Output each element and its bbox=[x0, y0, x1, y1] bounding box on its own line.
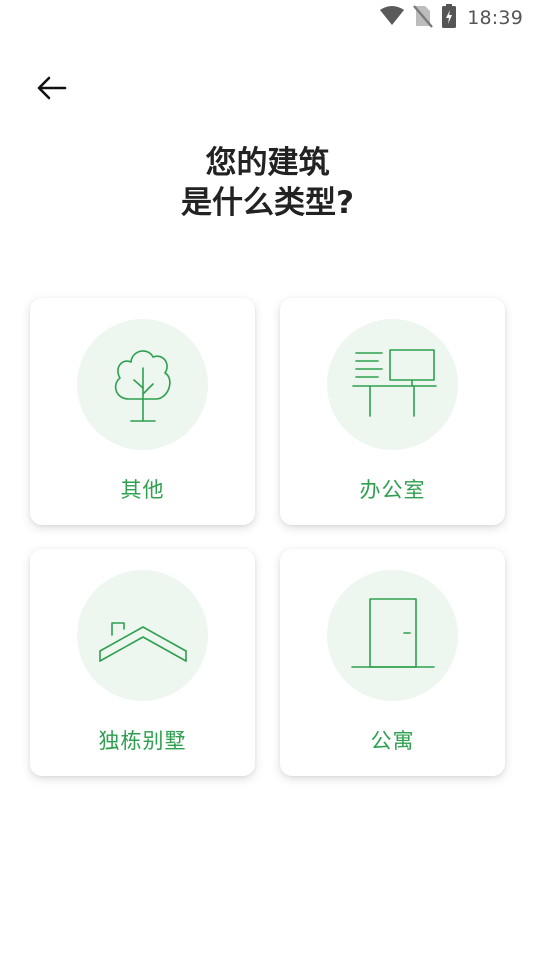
status-time: 18:39 bbox=[467, 7, 523, 29]
tree-icon bbox=[98, 338, 188, 432]
option-card-office[interactable]: 办公室 bbox=[280, 298, 505, 525]
office-desk-icon bbox=[348, 338, 438, 432]
status-icons: 18:39 bbox=[379, 3, 523, 33]
option-card-villa[interactable]: 独栋别墅 bbox=[30, 549, 255, 776]
icon-circle bbox=[77, 570, 208, 701]
door-icon bbox=[348, 589, 438, 683]
status-bar: 18:39 bbox=[0, 0, 535, 36]
icon-circle bbox=[327, 319, 458, 450]
option-label: 公寓 bbox=[370, 729, 415, 753]
title-line-2: 是什么类型? bbox=[181, 185, 354, 221]
option-label: 独栋别墅 bbox=[98, 729, 187, 753]
wifi-icon bbox=[379, 5, 405, 31]
back-button[interactable] bbox=[30, 70, 74, 110]
option-label: 办公室 bbox=[359, 478, 426, 502]
no-sim-icon bbox=[413, 4, 434, 32]
page-title: 您的建筑 是什么类型? bbox=[0, 143, 535, 223]
house-roof-icon bbox=[98, 589, 188, 683]
battery-charging-icon bbox=[441, 3, 457, 33]
icon-circle bbox=[77, 319, 208, 450]
arrow-left-icon bbox=[37, 76, 67, 104]
title-line-1: 您的建筑 bbox=[205, 145, 330, 181]
option-card-other[interactable]: 其他 bbox=[30, 298, 255, 525]
option-label: 其他 bbox=[120, 478, 165, 502]
icon-circle bbox=[327, 570, 458, 701]
option-card-apartment[interactable]: 公寓 bbox=[280, 549, 505, 776]
